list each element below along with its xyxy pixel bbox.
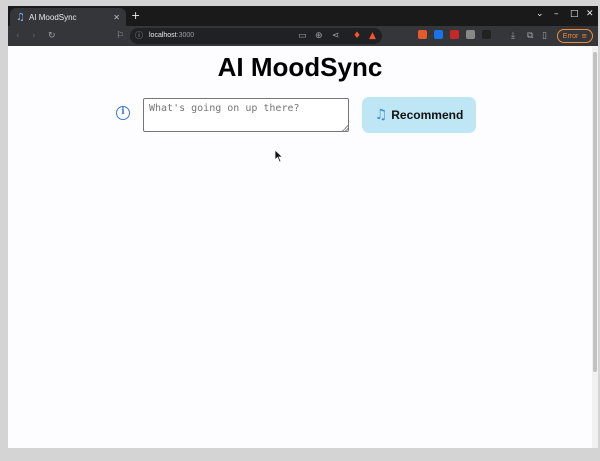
menu-icon: ≡ xyxy=(581,32,588,40)
info-icon[interactable]: i xyxy=(116,106,130,120)
scrollbar-thumb[interactable] xyxy=(593,52,597,372)
music-note-icon: ♫ xyxy=(16,11,25,23)
address-bar[interactable]: ⓘ localhost:3000 ▭ ⊕ ⋖ ♦ ▲ xyxy=(130,28,382,44)
page-title: AI MoodSync xyxy=(217,52,383,82)
reload-icon[interactable]: ↻ xyxy=(48,30,56,42)
page-scrollbar[interactable] xyxy=(592,46,598,448)
recommend-label: Recommend xyxy=(391,108,464,122)
tab-bar: ♫ AI MoodSync ✕ + ⌄ – □ ✕ xyxy=(8,6,598,26)
zoom-icon[interactable]: ⊕ xyxy=(315,30,323,42)
extension-icon[interactable] xyxy=(450,30,459,39)
browser-window: ♫ AI MoodSync ✕ + ⌄ – □ ✕ ‹ › ↻ ⚐ ⓘ loca… xyxy=(8,6,598,448)
sidebar-icon[interactable]: ▯ xyxy=(542,30,547,42)
recommend-button[interactable]: ♫ Recommend xyxy=(362,97,476,133)
cast-icon[interactable]: ▭ xyxy=(298,30,307,42)
back-icon[interactable]: ‹ xyxy=(16,30,20,42)
close-tab-icon[interactable]: ✕ xyxy=(113,13,120,22)
url-text: localhost:3000 xyxy=(149,32,195,39)
browser-toolbar: ‹ › ↻ ⚐ ⓘ localhost:3000 ▭ ⊕ ⋖ ♦ ▲ ⤓ ⧉ ▯… xyxy=(8,26,598,46)
download-icon[interactable]: ⤓ xyxy=(511,30,515,42)
maximize-button[interactable]: □ xyxy=(570,9,579,19)
site-info-icon[interactable]: ⓘ xyxy=(135,30,143,42)
minimize-button[interactable]: – xyxy=(554,9,559,19)
new-tab-button[interactable]: + xyxy=(131,9,140,22)
error-button[interactable]: Error ≡ xyxy=(557,29,593,43)
bookmark-icon[interactable]: ⚐ xyxy=(116,30,124,42)
extension-notion-icon[interactable] xyxy=(482,30,491,39)
forward-icon[interactable]: › xyxy=(32,30,36,42)
brave-rewards-icon[interactable]: ▲ xyxy=(369,30,376,42)
mouse-cursor-icon xyxy=(274,149,284,163)
tab-ai-moodsync[interactable]: ♫ AI MoodSync ✕ xyxy=(10,8,126,26)
extension-icon[interactable] xyxy=(466,30,475,39)
extensions-puzzle-icon[interactable]: ⧉ xyxy=(527,30,533,42)
brave-shield-icon[interactable]: ♦ xyxy=(353,30,361,42)
close-window-button[interactable]: ✕ xyxy=(586,9,594,19)
page-content: AI MoodSync i ♫ Recommend xyxy=(8,46,592,448)
extension-icon[interactable] xyxy=(418,30,427,39)
share-icon[interactable]: ⋖ xyxy=(332,30,340,42)
music-note-icon: ♫ xyxy=(374,107,388,123)
mood-input[interactable] xyxy=(143,98,349,132)
tab-search-icon[interactable]: ⌄ xyxy=(536,9,544,19)
tab-title: AI MoodSync xyxy=(28,12,77,22)
textarea-resize-handle[interactable] xyxy=(342,125,348,131)
extension-shield-icon[interactable] xyxy=(434,30,443,39)
error-label: Error xyxy=(562,32,579,40)
